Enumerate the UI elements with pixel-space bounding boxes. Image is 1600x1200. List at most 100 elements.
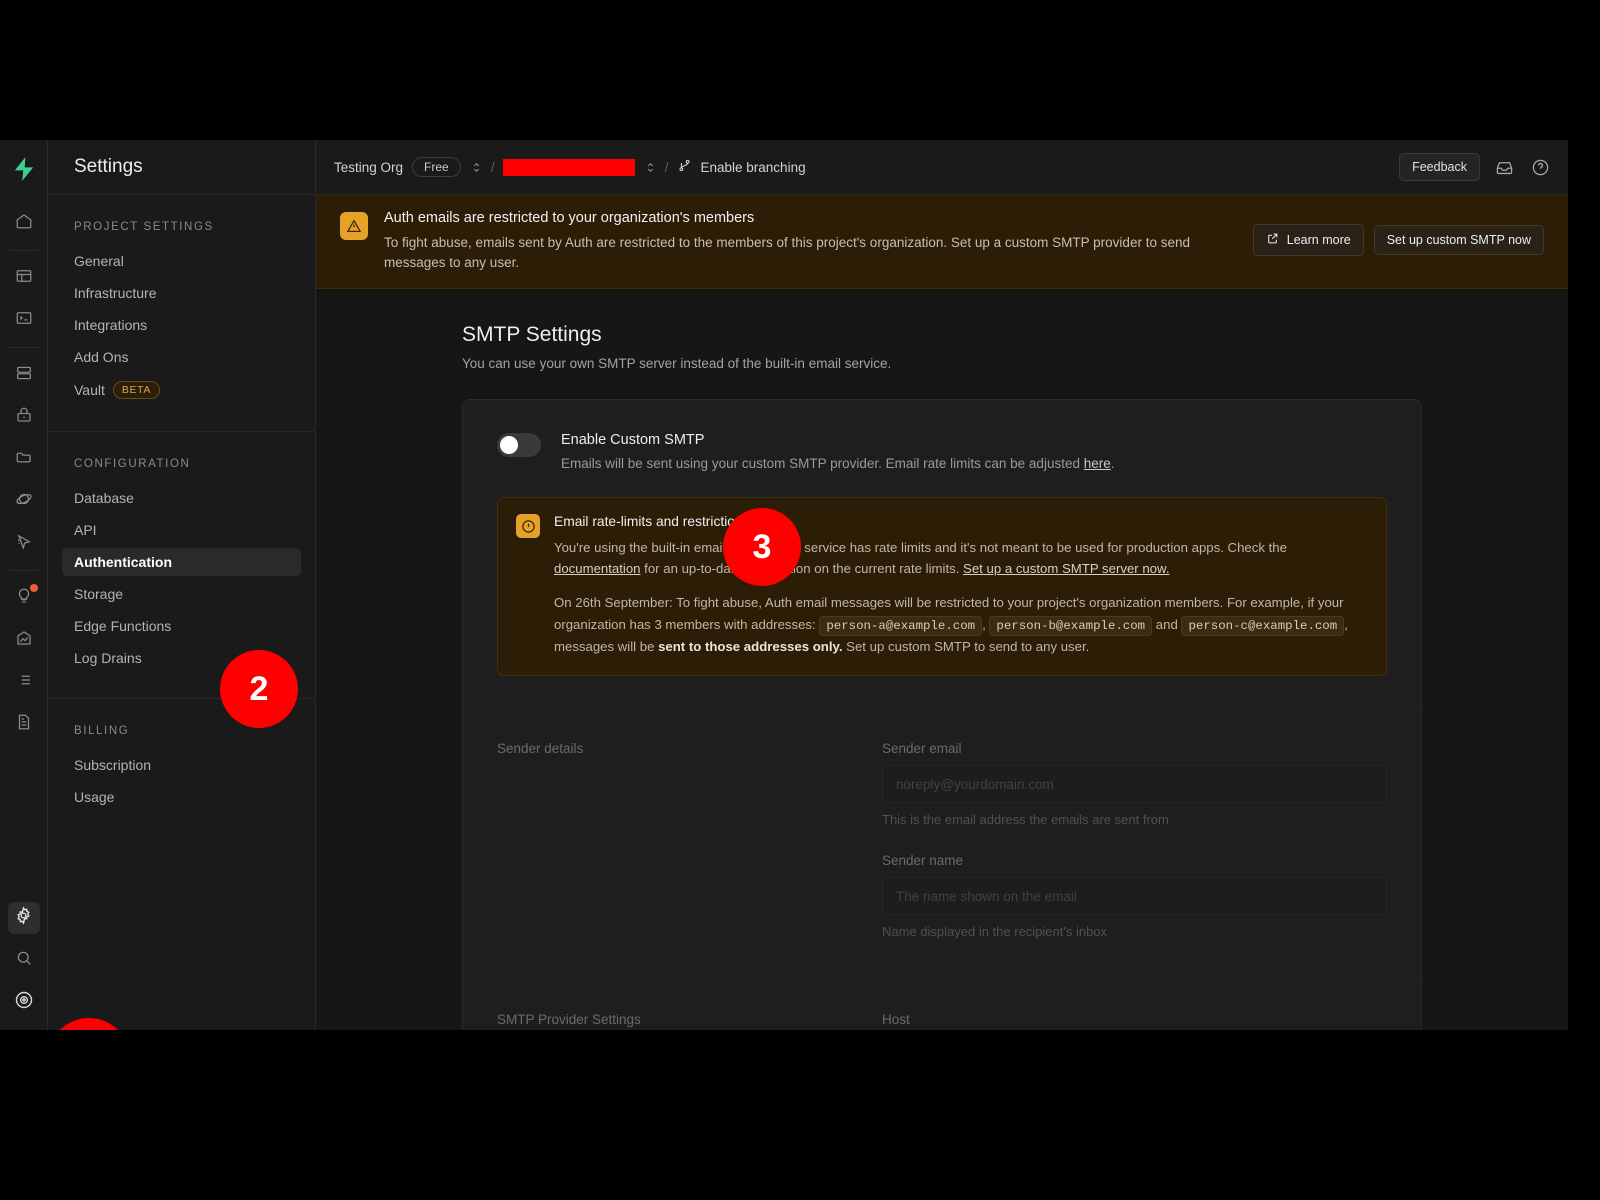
sidebar-item-integrations[interactable]: Integrations [62, 311, 301, 339]
project-selector-chevron-icon[interactable] [644, 161, 657, 174]
nav-label: General [74, 253, 124, 269]
sender-name-input[interactable] [882, 877, 1387, 916]
project-name-redacted[interactable] [502, 158, 635, 176]
toggle-description: Emails will be sent using your custom SM… [561, 456, 1115, 471]
feedback-button[interactable]: Feedback [1399, 153, 1480, 181]
setup-custom-smtp-button[interactable]: Set up custom SMTP now [1373, 225, 1544, 255]
nav-heading: CONFIGURATION [74, 458, 191, 470]
setup-custom-smtp-link[interactable]: Set up a custom SMTP server now. [963, 561, 1169, 576]
breadcrumb: Testing Org Free [334, 157, 483, 177]
org-name[interactable]: Testing Org [334, 160, 403, 175]
p2-c: Set up custom SMTP to send to any user. [842, 639, 1090, 655]
sender-email-input[interactable] [882, 765, 1387, 804]
inbox-icon[interactable] [1492, 155, 1516, 179]
learn-more-button[interactable]: Learn more [1252, 224, 1364, 256]
rail-item-account[interactable] [8, 986, 40, 1018]
rail-item-database[interactable] [8, 359, 40, 391]
main-area: Testing Org Free / / Enable branching Fe… [316, 140, 1568, 1030]
rail-item-logs[interactable] [8, 666, 40, 698]
host-field-group: Host [882, 1012, 1387, 1030]
circle-alert-icon [516, 514, 540, 539]
p1-a: You're using the built-in email service.… [554, 540, 1287, 556]
smtp-provider-fields: Host [882, 1012, 1387, 1030]
rail-item-table-editor[interactable] [8, 262, 40, 294]
nav-label: Log Drains [74, 650, 142, 666]
p2-and: and [1152, 616, 1182, 632]
auth-icon [15, 406, 33, 429]
rate-limits-here-link[interactable]: here [1084, 456, 1111, 471]
rail-item-home[interactable] [8, 207, 40, 239]
alert-paragraph-1: You're using the built-in email service.… [554, 537, 1368, 579]
nav-label: Vault [74, 382, 105, 398]
sidebar-item-subscription[interactable]: Subscription [62, 751, 301, 779]
nav-label: Authentication [74, 554, 172, 570]
enable-custom-smtp-toggle[interactable] [497, 433, 541, 458]
sidebar-item-storage[interactable]: Storage [62, 580, 301, 608]
sender-details-fields: Sender email This is the email address t… [882, 741, 1387, 939]
sidebar-item-edge-functions[interactable]: Edge Functions [62, 612, 301, 640]
rail-item-search[interactable] [8, 944, 40, 976]
rail-item-realtime[interactable] [8, 485, 40, 517]
rail-item-storage[interactable] [8, 443, 40, 475]
sender-email-help: This is the email address the emails are… [882, 812, 1169, 828]
page-subtitle: You can use your own SMTP server instead… [462, 356, 892, 372]
toggle-desc-post: . [1110, 456, 1115, 472]
nav-label: Integrations [74, 317, 148, 333]
sidebar-item-add-ons[interactable]: Add Ons [62, 343, 301, 371]
rail-divider [9, 250, 38, 251]
rail-item-api-docs[interactable] [8, 708, 40, 740]
banner-body: Auth emails are restricted to your organ… [384, 210, 1217, 272]
email-chip-a: person-a@example.com [819, 615, 983, 636]
storage-icon [15, 448, 33, 471]
sidebar-item-vault[interactable]: Vault BETA [62, 375, 301, 405]
enable-branching-button[interactable]: Enable branching [677, 158, 806, 176]
sidebar-item-database[interactable]: Database [62, 484, 301, 512]
rail-item-settings[interactable] [7, 902, 40, 934]
org-selector-chevron-icon[interactable] [470, 161, 483, 174]
p2-bold: sent to those addresses only. [658, 639, 843, 655]
nav-label: Storage [74, 586, 124, 602]
beta-badge: BETA [112, 381, 160, 399]
card-top: Enable Custom SMTP Emails will be sent u… [463, 400, 1421, 706]
settings-gear-icon [14, 906, 33, 930]
project-breadcrumb [502, 158, 657, 176]
setup-label: Set up custom SMTP now [1386, 233, 1531, 247]
toggle-knob [500, 436, 518, 455]
supabase-logo-icon[interactable] [8, 150, 40, 188]
rail-item-auth[interactable] [8, 401, 40, 433]
page-title: SMTP Settings [462, 323, 602, 347]
account-icon [14, 990, 34, 1015]
sidebar-item-api[interactable]: API [62, 516, 301, 544]
sidebar-item-infrastructure[interactable]: Infrastructure [62, 279, 301, 307]
realtime-icon [15, 490, 33, 513]
sql-editor-icon [15, 309, 33, 332]
smtp-provider-settings-section: SMTP Provider Settings Host [463, 977, 1421, 1030]
banner-text: To fight abuse, emails sent by Auth are … [384, 235, 1190, 270]
branch-icon [677, 158, 692, 176]
nav-heading: PROJECT SETTINGS [74, 221, 214, 233]
nav-label: Subscription [74, 757, 152, 773]
help-circle-icon[interactable] [1528, 155, 1552, 179]
settings-sidebar: Settings PROJECT SETTINGS General Infras… [48, 140, 316, 1030]
documentation-link[interactable]: documentation [554, 561, 641, 576]
sender-details-section: Sender details Sender email This is the … [463, 706, 1421, 977]
topbar-actions: Feedback [1399, 153, 1552, 181]
topbar: Testing Org Free / / Enable branching Fe… [316, 140, 1568, 195]
sidebar-item-authentication[interactable]: Authentication [62, 548, 301, 576]
logs-icon [15, 671, 33, 694]
triangle-alert-icon [340, 212, 368, 240]
rail-item-edge-functions[interactable] [8, 527, 40, 559]
rail-item-reports[interactable] [8, 624, 40, 656]
learn-more-label: Learn more [1286, 233, 1351, 247]
rail-item-advisors[interactable] [8, 582, 40, 614]
sidebar-item-usage[interactable]: Usage [62, 783, 301, 811]
sidebar-item-general[interactable]: General [62, 247, 301, 275]
host-label: Host [882, 1012, 910, 1028]
advisors-notification-dot [29, 584, 38, 592]
sender-email-label: Sender email [882, 741, 962, 757]
smtp-settings-card: Enable Custom SMTP Emails will be sent u… [462, 399, 1422, 1030]
annotation-marker-2: 2 [220, 650, 298, 728]
p1-b: for an up-to-date information on the cur… [640, 561, 964, 577]
email-chip-b: person-b@example.com [989, 615, 1153, 636]
rail-item-sql-editor[interactable] [8, 304, 40, 336]
